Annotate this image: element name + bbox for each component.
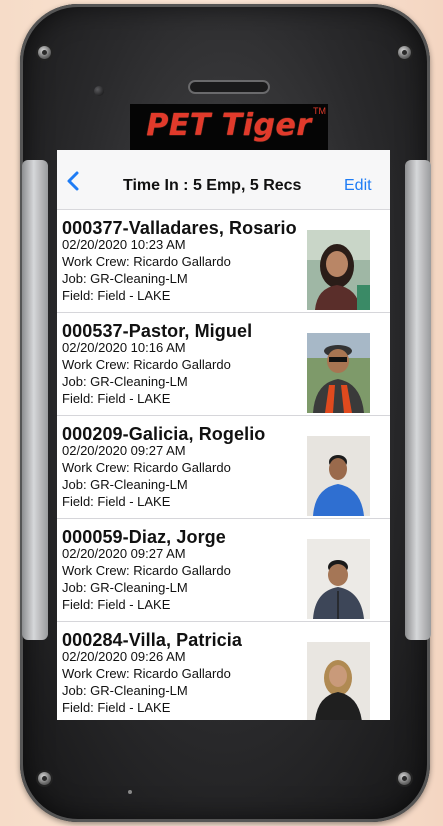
job-label: Job: GR-Cleaning-LM <box>62 580 188 595</box>
time-in-datetime: 02/20/2020 10:16 AM <box>62 340 186 355</box>
employee-name: 000377-Valladares, Rosario <box>62 218 297 238</box>
employee-photo <box>307 539 370 619</box>
employee-name: 000209-Galicia, Rogelio <box>62 424 266 444</box>
list-item[interactable]: 000059-Diaz, Jorge 02/20/2020 09:27 AM W… <box>57 519 390 622</box>
brand-logo: PET Tiger TM <box>130 104 328 150</box>
screw-icon <box>38 46 51 59</box>
work-crew-label: Work Crew: Ricardo Gallardo <box>62 563 231 578</box>
microphone-hole <box>128 790 132 794</box>
employee-photo <box>307 642 370 720</box>
list-item[interactable]: 000284-Villa, Patricia 02/20/2020 09:26 … <box>57 622 390 720</box>
screw-icon <box>38 772 51 785</box>
page-title: Time In : 5 Emp, 5 Recs <box>123 177 302 194</box>
time-in-list: 000377-Valladares, Rosario 02/20/2020 10… <box>57 210 390 720</box>
earpiece-speaker <box>188 80 270 94</box>
device-bumper-right <box>405 160 431 640</box>
time-in-datetime: 02/20/2020 09:26 AM <box>62 649 186 664</box>
work-crew-label: Work Crew: Ricardo Gallardo <box>62 254 231 269</box>
back-button[interactable] <box>63 170 85 192</box>
navigation-bar: Time In : 5 Emp, 5 Recs Edit <box>57 150 390 210</box>
employee-photo <box>307 333 370 413</box>
time-in-datetime: 02/20/2020 09:27 AM <box>62 546 186 561</box>
time-in-datetime: 02/20/2020 09:27 AM <box>62 443 186 458</box>
employee-name: 000284-Villa, Patricia <box>62 630 242 650</box>
brand-logo-text: PET Tiger <box>146 108 312 143</box>
job-label: Job: GR-Cleaning-LM <box>62 477 188 492</box>
employee-name: 000059-Diaz, Jorge <box>62 527 226 547</box>
time-in-datetime: 02/20/2020 10:23 AM <box>62 237 186 252</box>
field-label: Field: Field - LAKE <box>62 597 171 612</box>
work-crew-label: Work Crew: Ricardo Gallardo <box>62 357 231 372</box>
employee-photo <box>307 230 370 310</box>
device-bumper-left <box>22 160 48 640</box>
job-label: Job: GR-Cleaning-LM <box>62 683 188 698</box>
work-crew-label: Work Crew: Ricardo Gallardo <box>62 666 231 681</box>
chevron-left-icon <box>67 171 79 191</box>
trademark-mark: TM <box>313 106 326 116</box>
field-label: Field: Field - LAKE <box>62 391 171 406</box>
field-label: Field: Field - LAKE <box>62 288 171 303</box>
edit-button[interactable]: Edit <box>344 177 372 195</box>
app-screen: Time In : 5 Emp, 5 Recs Edit 000377-Vall… <box>57 150 390 720</box>
employee-photo <box>307 436 370 516</box>
job-label: Job: GR-Cleaning-LM <box>62 374 188 389</box>
front-camera-icon <box>94 86 104 96</box>
list-item[interactable]: 000377-Valladares, Rosario 02/20/2020 10… <box>57 210 390 313</box>
list-item[interactable]: 000209-Galicia, Rogelio 02/20/2020 09:27… <box>57 416 390 519</box>
field-label: Field: Field - LAKE <box>62 700 171 715</box>
list-item[interactable]: 000537-Pastor, Miguel 02/20/2020 10:16 A… <box>57 313 390 416</box>
screw-icon <box>398 46 411 59</box>
employee-name: 000537-Pastor, Miguel <box>62 321 253 341</box>
job-label: Job: GR-Cleaning-LM <box>62 271 188 286</box>
screw-icon <box>398 772 411 785</box>
field-label: Field: Field - LAKE <box>62 494 171 509</box>
work-crew-label: Work Crew: Ricardo Gallardo <box>62 460 231 475</box>
